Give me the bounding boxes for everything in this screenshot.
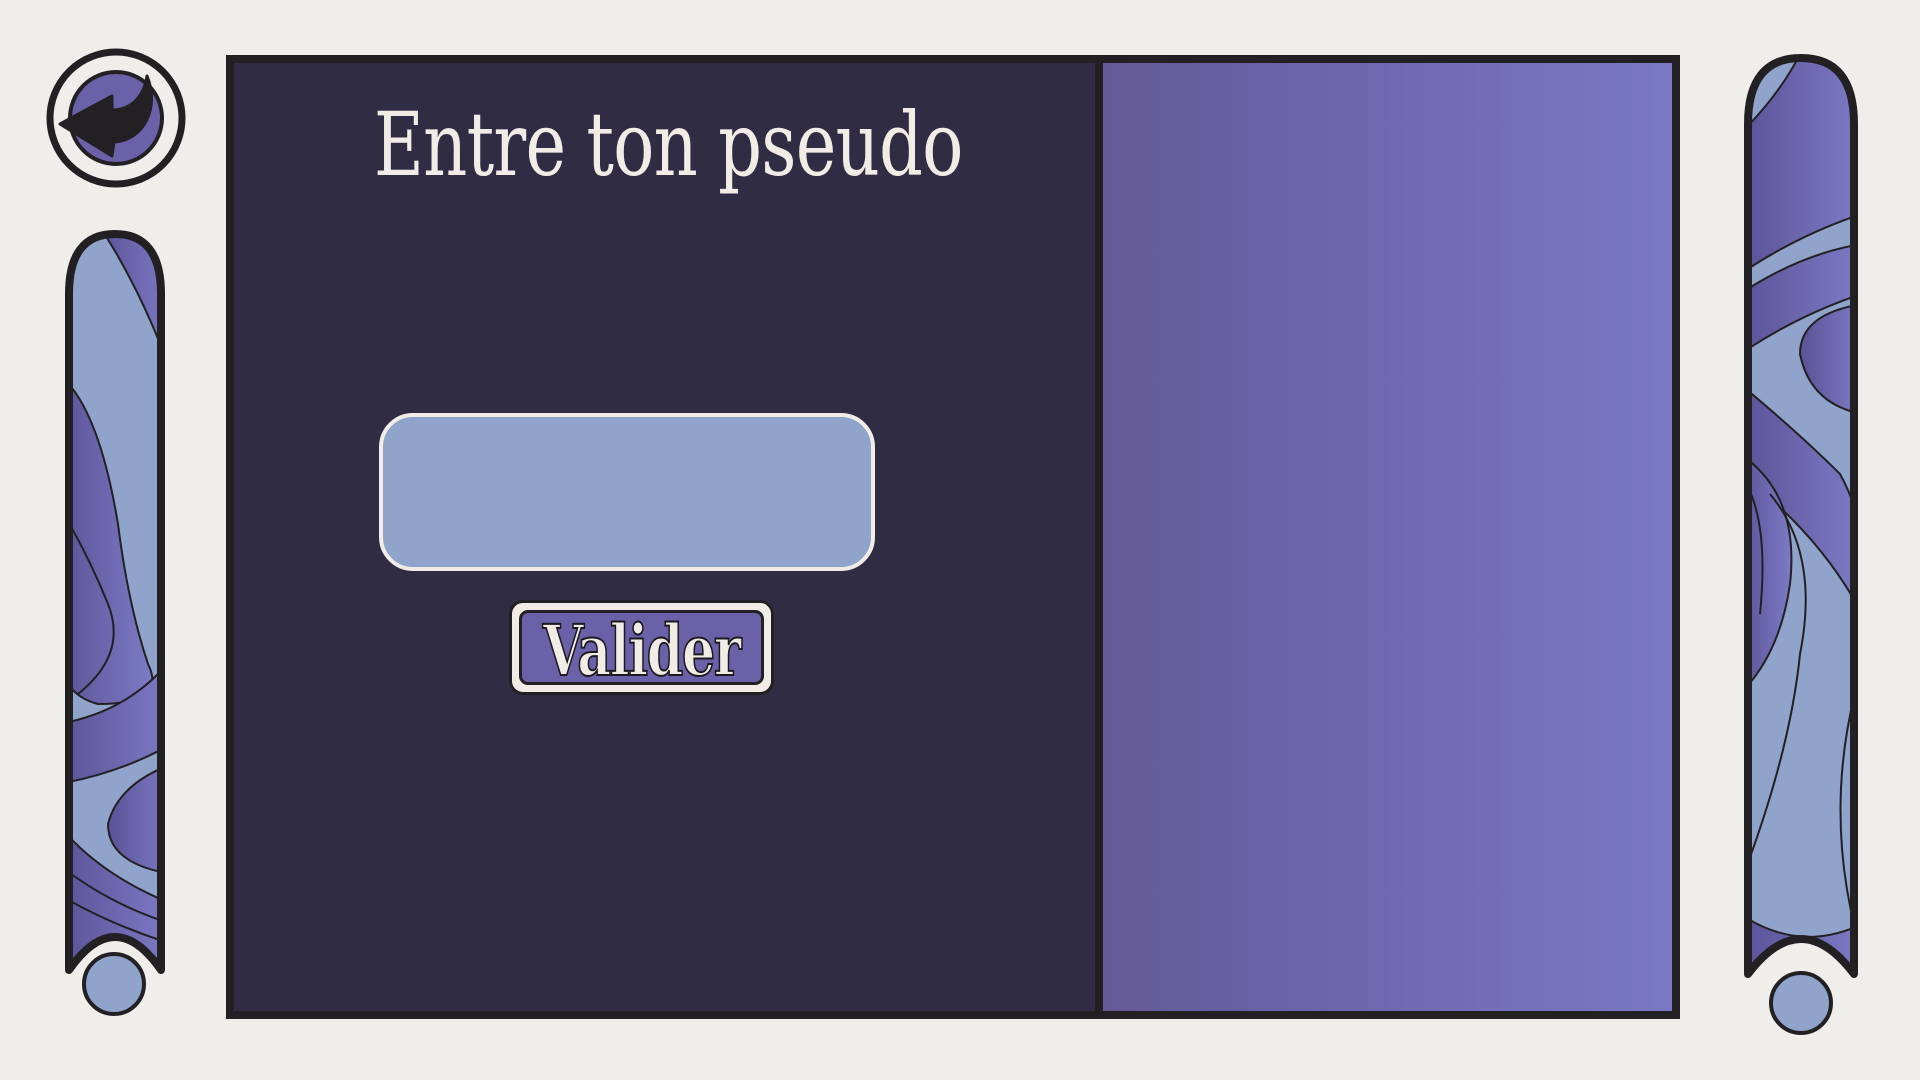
main-panel: Entre ton pseudo Valider <box>226 55 1680 1019</box>
form-pane: Entre ton pseudo Valider <box>234 63 1103 1011</box>
validate-button-face: Valider <box>519 608 764 692</box>
validate-button-label: Valider <box>542 608 742 692</box>
gradient-pane <box>1103 63 1672 1011</box>
page-title: Entre ton pseudo <box>373 93 964 196</box>
back-button[interactable] <box>44 46 188 190</box>
back-arrow-icon <box>46 48 186 188</box>
pseudo-input[interactable] <box>379 413 875 571</box>
decorative-pillar-left <box>58 224 172 1024</box>
decorative-pillar-right <box>1740 54 1862 1038</box>
validate-button[interactable]: Valider <box>509 600 774 695</box>
